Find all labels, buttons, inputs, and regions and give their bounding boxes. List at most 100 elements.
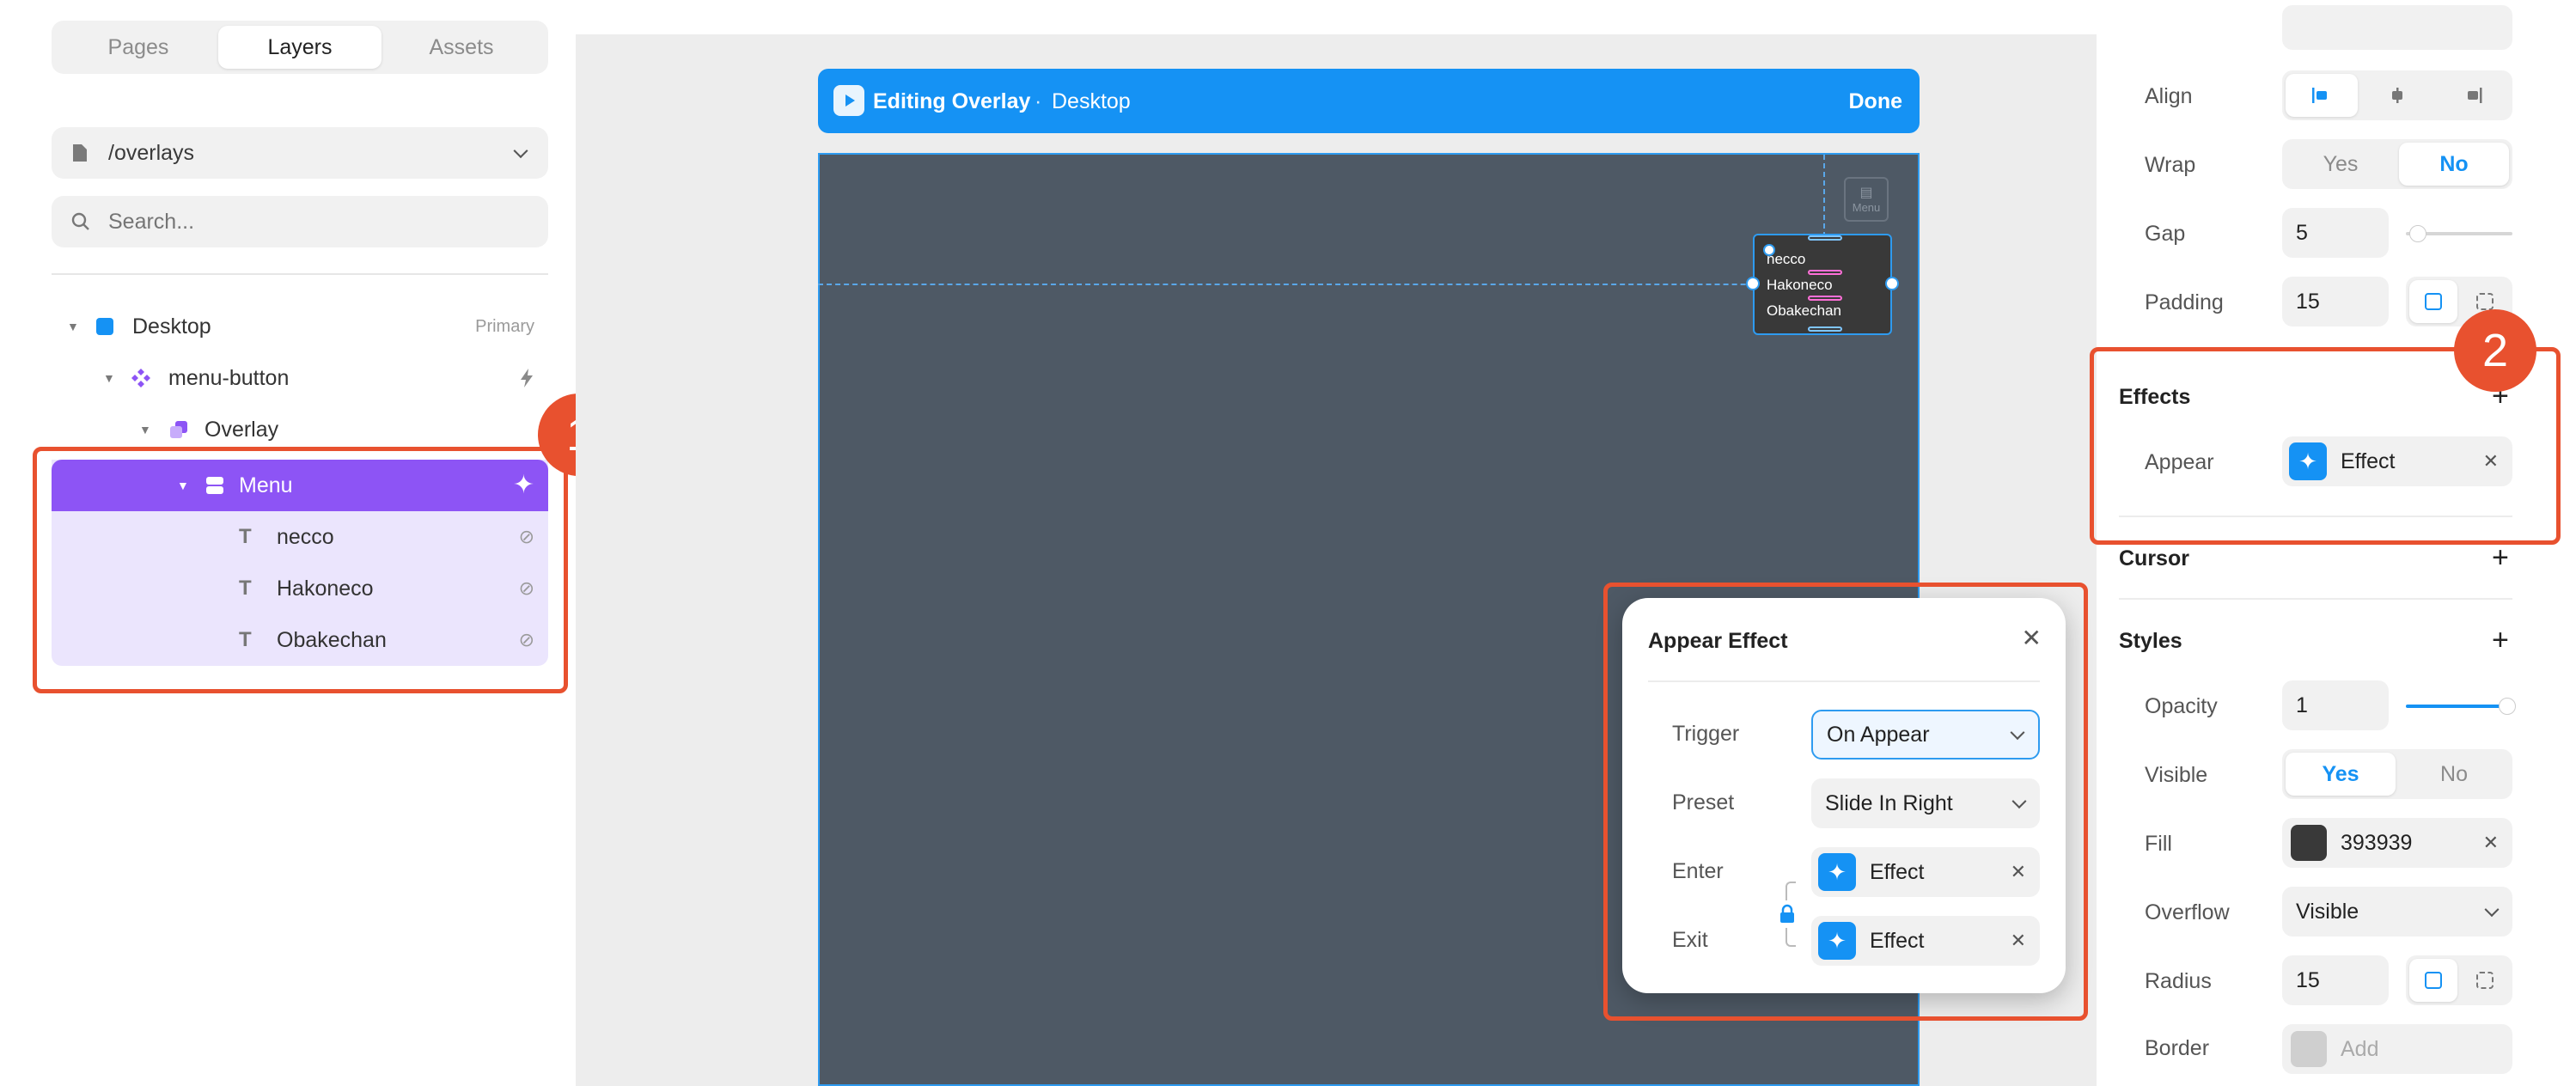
gap-slider[interactable] [2406,225,2512,242]
menu-item-hakoneco: Hakoneco [1767,277,1833,293]
callout-badge-2: 2 [2454,309,2536,392]
wrap-toggle: Yes No [2282,139,2512,189]
slider-thumb[interactable] [2499,698,2516,715]
opacity-label: Opacity [2145,694,2218,718]
add-style-button[interactable]: + [2492,625,2509,655]
layer-search-box[interactable] [52,196,548,247]
align-center-button[interactable] [2361,74,2433,117]
square-icon [2425,972,2442,989]
visible-toggle: Yes No [2282,749,2512,799]
align-end-icon [2468,88,2482,103]
padding-value: 15 [2296,289,2320,314]
chevron-down-icon [513,143,528,159]
divider [2119,598,2512,600]
component-icon [131,369,150,387]
guide-horizontal [818,284,1832,285]
gap-handle[interactable] [1808,296,1842,301]
align-label: Align [2145,84,2193,108]
align-center-icon [2392,88,2402,103]
tab-assets[interactable]: Assets [380,26,543,69]
left-panel-tabs: Pages Layers Assets [52,21,548,74]
padding-input[interactable]: 15 [2282,277,2389,326]
radius-input[interactable]: 15 [2282,955,2389,1005]
callout-box-popup [1603,583,2088,1021]
gap-value: 5 [2296,220,2308,245]
caret-down-icon: ▼ [67,320,79,333]
wrap-no-button[interactable]: No [2399,143,2509,186]
radius-individual-button[interactable] [2461,959,2509,1002]
visible-label: Visible [2145,763,2208,787]
opacity-slider[interactable] [2406,698,2516,715]
gap-label: Gap [2145,222,2186,246]
callout-box-1 [33,447,568,693]
radius-uniform-button[interactable] [2409,959,2457,1002]
resize-handle-right[interactable] [1885,277,1899,290]
document-icon [73,144,87,162]
page-path-select[interactable]: /overlays [52,127,548,179]
styles-heading: Styles [2119,629,2182,653]
fill-field[interactable]: 393939 ✕ [2282,818,2512,868]
fill-value: 393939 [2341,830,2413,855]
tab-layers[interactable]: Layers [218,26,382,69]
menu-item-obakechan: Obakechan [1767,302,1841,319]
visible-no-button[interactable]: No [2399,753,2509,796]
caret-down-icon: ▼ [103,371,115,385]
wrap-label: Wrap [2145,153,2196,177]
individual-sides-icon [2476,293,2494,310]
border-value: Add [2341,1036,2379,1061]
menu-icon-label: Menu [1852,201,1881,214]
opacity-input[interactable]: 1 [2282,680,2389,730]
frame-icon [96,318,113,335]
layer-label: menu-button [168,365,290,390]
topbar-breakpoint: Desktop [1052,89,1131,113]
align-start-button[interactable] [2286,74,2358,117]
resize-handle-left[interactable] [1746,277,1760,290]
visible-yes-button[interactable]: Yes [2286,753,2396,796]
add-cursor-button[interactable]: + [2492,543,2509,572]
divider [52,273,548,275]
gap-input[interactable]: 5 [2282,208,2389,258]
remove-icon[interactable]: ✕ [2483,832,2499,854]
guide-vertical [1823,155,1825,237]
caret-down-icon: ▼ [139,423,151,436]
topbar-separator: · [1035,89,1042,113]
search-input[interactable] [107,208,522,235]
done-button[interactable]: Done [1849,89,1903,114]
slider-thumb[interactable] [2409,225,2426,242]
chevron-down-icon [2484,902,2500,918]
menu-glyph-icon: ▤ [1859,186,1873,200]
play-icon [845,95,855,107]
border-swatch[interactable] [2291,1031,2327,1067]
radius-label: Radius [2145,969,2212,993]
page-path: /overlays [108,140,195,165]
fill-swatch[interactable] [2291,825,2327,861]
border-field[interactable]: Add [2282,1024,2512,1074]
padding-handle[interactable] [1808,326,1842,332]
radius-value: 15 [2296,967,2320,992]
layer-menu-button[interactable]: ▼ menu-button [52,352,548,404]
gap-handle[interactable] [1808,270,1842,275]
layer-label: Desktop [132,314,211,339]
align-end-button[interactable] [2437,74,2509,117]
menu-element-selected[interactable]: necco Hakoneco Obakechan [1746,234,1899,335]
square-icon [2425,293,2442,310]
cursor-heading: Cursor [2119,546,2189,570]
layer-label: Overlay [204,417,279,442]
topbar-title: Editing Overlay [873,89,1031,113]
search-icon [71,212,89,230]
radius-handle[interactable] [1763,244,1775,256]
play-button[interactable] [833,85,864,116]
wrap-yes-button[interactable]: Yes [2286,143,2396,186]
overlay-icon [170,421,187,438]
align-start-icon [2312,88,2327,103]
opacity-value: 1 [2296,692,2308,717]
padding-uniform-button[interactable] [2409,280,2457,323]
lightning-icon[interactable] [519,368,534,388]
overflow-select[interactable]: Visible [2282,887,2512,937]
layer-desktop[interactable]: ▼ Desktop Primary [52,301,548,352]
menu-button-icon[interactable]: ▤ Menu [1844,177,1889,222]
padding-handle[interactable] [1808,235,1842,241]
overflow-value: Visible [2296,899,2359,924]
tab-pages[interactable]: Pages [57,26,220,69]
property-field-partial[interactable] [2282,5,2512,50]
